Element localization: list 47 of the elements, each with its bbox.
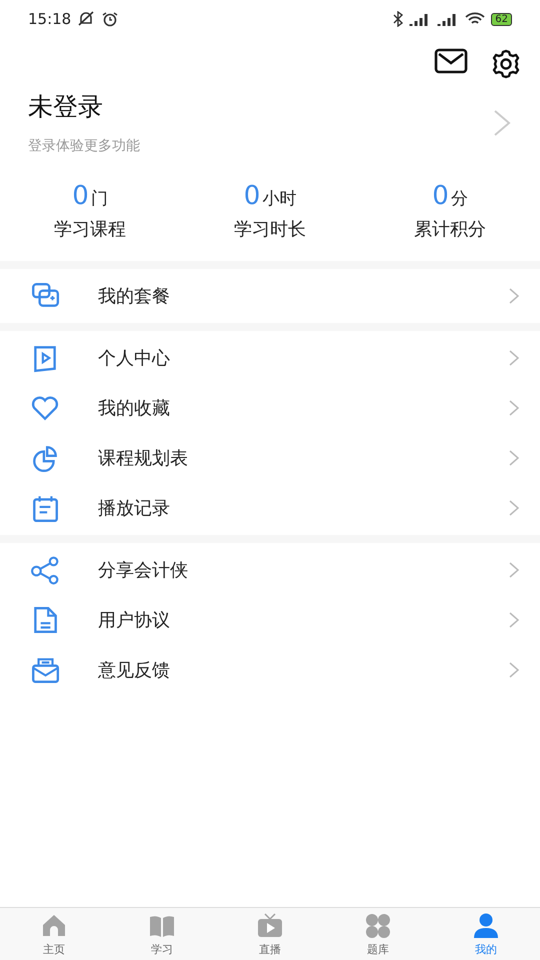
mail-icon[interactable] xyxy=(434,48,468,74)
chevron-icon xyxy=(508,449,520,467)
tab-bar-item[interactable]: 题库 xyxy=(324,908,432,960)
stat-label: 累计积分 xyxy=(414,218,486,241)
tab-bar-item[interactable]: 直播 xyxy=(216,908,324,960)
menu-item[interactable]: 个人中心 xyxy=(98,346,508,370)
chevron-icon xyxy=(508,611,520,629)
tab-bar-item[interactable]: 学习 xyxy=(108,908,216,960)
envelope-icon xyxy=(30,655,60,685)
share-icon xyxy=(30,555,60,585)
tab-bar-item[interactable]: 主页 xyxy=(0,908,108,960)
menu-item[interactable]: 我的套餐 xyxy=(98,284,508,308)
pie-chart-icon xyxy=(30,443,60,473)
wifi-icon xyxy=(465,12,486,26)
bluetooth-icon xyxy=(393,11,404,27)
menu-item[interactable]: 我的收藏 xyxy=(98,396,508,420)
stat-value: 0 xyxy=(432,181,449,211)
login-hint: 登录体验更多功能 xyxy=(28,137,141,155)
menu-item[interactable]: 播放记录 xyxy=(98,496,508,520)
battery-level: 62 xyxy=(491,12,512,26)
chevron-icon xyxy=(508,661,520,679)
chevron-icon xyxy=(508,561,520,579)
chevron-icon xyxy=(508,499,520,517)
stat-unit: 门 xyxy=(90,188,108,210)
stat-unit: 小时 xyxy=(262,188,296,210)
muted-bell-icon xyxy=(77,11,96,27)
clock-time: 15:18 xyxy=(28,10,72,28)
menu-item[interactable]: 分享会计侠 xyxy=(98,558,508,582)
tab-bar-item[interactable]: 我的 xyxy=(432,908,540,960)
stat-value: 0 xyxy=(72,181,89,211)
chevron-icon xyxy=(508,287,520,305)
alarm-icon xyxy=(101,11,120,27)
stat-unit: 分 xyxy=(450,188,468,210)
menu-item[interactable]: 用户协议 xyxy=(98,608,508,632)
stat-label: 学习课程 xyxy=(54,218,126,241)
clover-icon xyxy=(364,912,392,940)
stat-label: 学习时长 xyxy=(234,218,306,241)
person-icon xyxy=(472,912,500,940)
tv-icon xyxy=(256,912,284,940)
stat-value: 0 xyxy=(244,181,260,211)
menu-item[interactable]: 意见反馈 xyxy=(98,658,508,682)
settings-icon[interactable] xyxy=(490,48,522,80)
chevron-icon xyxy=(508,349,520,367)
menu-item[interactable]: 课程规划表 xyxy=(98,446,508,470)
chevron-icon xyxy=(508,399,520,417)
login-status[interactable]: 未登录 xyxy=(28,90,492,123)
calendar-icon xyxy=(30,493,60,523)
